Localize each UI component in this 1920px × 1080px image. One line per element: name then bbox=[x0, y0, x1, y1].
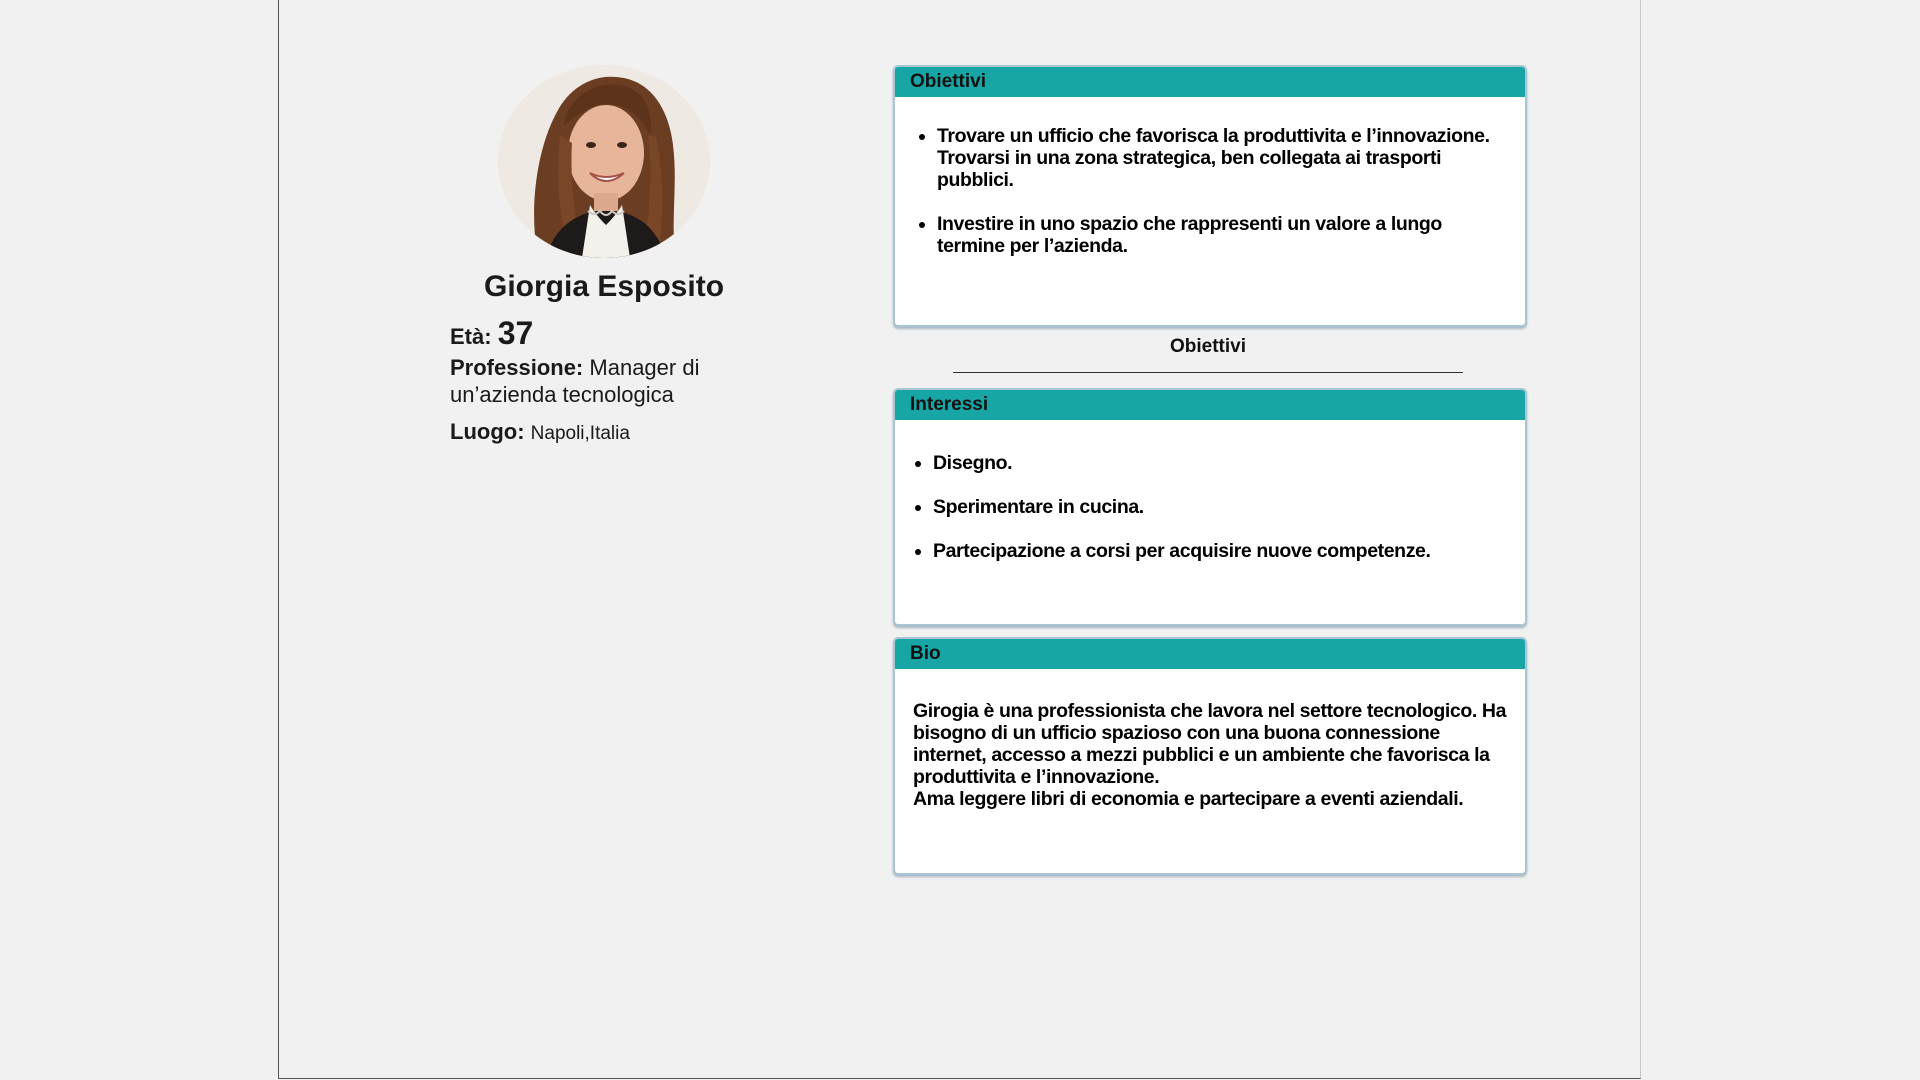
list-item: Partecipazione a corsi per acquisire nuo… bbox=[933, 540, 1511, 562]
avatar bbox=[498, 65, 710, 258]
interests-card-header: Interessi bbox=[895, 390, 1525, 420]
bio-text-paragraph: Ama leggere libri di economia e partecip… bbox=[913, 788, 1464, 810]
goals-card: Obiettivi Trovare un ufficio che favoris… bbox=[893, 65, 1527, 327]
interests-card: Interessi Disegno. Sperimentare in cucin… bbox=[893, 388, 1527, 626]
age-value: 37 bbox=[497, 315, 534, 351]
interests-card-body: Disegno. Sperimentare in cucina. Parteci… bbox=[895, 420, 1525, 562]
list-item: Investire in uno spazio che rappresenti … bbox=[937, 213, 1511, 257]
age-label: Età: bbox=[450, 324, 492, 349]
goals-card-header: Obiettivi bbox=[895, 67, 1525, 97]
divider bbox=[953, 372, 1463, 373]
location-row: Luogo: Napoli,Italia bbox=[450, 418, 780, 447]
bio-card-header: Bio bbox=[895, 639, 1525, 669]
persona-name: Giorgia Esposito bbox=[483, 270, 725, 303]
interests-list: Disegno. Sperimentare in cucina. Parteci… bbox=[911, 452, 1511, 562]
list-item: Disegno. bbox=[933, 452, 1511, 474]
bio-text-paragraph: Girogia è una professionista che lavora … bbox=[913, 700, 1507, 788]
list-item: Sperimentare in cucina. bbox=[933, 496, 1511, 518]
list-item: Trovare un ufficio che favorisca la prod… bbox=[937, 125, 1511, 191]
location-value: Napoli,Italia bbox=[530, 423, 630, 444]
bio-card: Bio Girogia è una professionista che lav… bbox=[893, 637, 1527, 875]
profession-row: Professione: Manager di un’azienda tecno… bbox=[450, 354, 780, 408]
age-row: Età: 37 bbox=[450, 317, 780, 350]
goals-card-body: Trovare un ufficio che favorisca la prod… bbox=[895, 97, 1525, 257]
section-caption: Obiettivi bbox=[1169, 336, 1246, 357]
goals-list: Trovare un ufficio che favorisca la prod… bbox=[915, 125, 1511, 257]
location-label: Luogo: bbox=[450, 419, 525, 444]
profession-label: Professione: bbox=[450, 355, 584, 380]
bio-card-body: Girogia è una professionista che lavora … bbox=[895, 669, 1525, 810]
portrait-photo bbox=[498, 65, 710, 258]
